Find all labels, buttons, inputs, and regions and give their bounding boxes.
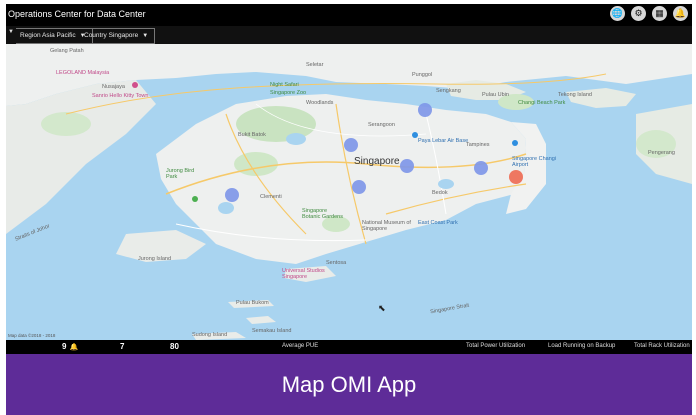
- network-icon[interactable]: ⚙: [631, 6, 646, 21]
- marker-site-geylang[interactable]: [352, 180, 366, 194]
- label-sanrio: Sanrio Hello Kitty Town: [92, 93, 149, 99]
- avg-pue-label: Average PUE: [282, 343, 319, 349]
- label-jurong-island: Jurong Island: [138, 256, 172, 262]
- bell-icon[interactable]: 🔔: [673, 6, 688, 21]
- breadcrumb-label: Region Asia Pacific: [20, 32, 76, 39]
- label-jurong-bird-park: Jurong Bird Park: [166, 168, 195, 180]
- poi-pin-icon: [512, 140, 518, 146]
- label-botanic-gardens: Singapore Botanic Gardens: [302, 208, 343, 220]
- label-legoland: LEGOLAND Malaysia: [56, 70, 110, 76]
- breadcrumb-label: Country Singapore: [84, 32, 139, 39]
- total-power-label: Total Power Utilization: [466, 343, 526, 349]
- label-changi-beach: Changi Beach Park: [518, 100, 566, 106]
- bell-icon: 🔔: [69, 344, 79, 351]
- label-east-coast: East Coast Park: [418, 220, 458, 226]
- label-tekong: Tekong Island: [558, 92, 592, 98]
- title-bar: Operations Center for Data Center 🌐 ⚙ ▦ …: [6, 4, 692, 26]
- total-rack-label: Total Rack Utilization: [634, 343, 690, 349]
- label-gelang-patah: Gelang Patah: [50, 48, 84, 54]
- label-paya-lebar: Paya Lebar Air Base: [418, 138, 469, 144]
- window-title: Operations Center for Data Center: [8, 9, 146, 19]
- status-value-2: 7: [120, 342, 125, 351]
- label-clementi: Clementi: [260, 194, 282, 200]
- toolbar-icons: 🌐 ⚙ ▦ 🔔: [610, 6, 688, 21]
- globe-icon[interactable]: 🌐: [610, 6, 625, 21]
- label-universal: Universal Studios Singapore: [282, 268, 325, 280]
- label-bukit-batok: Bukit Batok: [238, 132, 266, 138]
- label-pulau-ubin: Pulau Ubin: [482, 92, 509, 98]
- map-copyright: Map data ©2018 - 2018: [8, 333, 56, 338]
- label-singapore: Singapore: [354, 156, 400, 167]
- label-tampines: Tampines: [466, 142, 490, 148]
- chevron-down-icon[interactable]: ▼: [8, 29, 14, 35]
- marker-site-ang-mo-kio[interactable]: [418, 103, 432, 117]
- label-punggol: Punggol: [412, 72, 433, 78]
- marker-site-jurong[interactable]: [225, 188, 239, 202]
- label-serangoon: Serangoon: [368, 122, 395, 128]
- breadcrumb: ▼ Region Asia Pacific ▼ Country Singapore…: [6, 26, 692, 44]
- label-seletar: Seletar: [306, 62, 324, 68]
- label-singapore-zoo: Singapore Zoo: [270, 90, 307, 96]
- label-pulau-bukom: Pulau Bukom: [236, 300, 269, 306]
- label-sudong: Sudong Island: [192, 332, 228, 338]
- poi-pin-icon: [192, 196, 198, 202]
- label-semakau: Semakau Island: [252, 328, 292, 334]
- load-backup-label: Load Running on Backup: [548, 343, 616, 349]
- map-view[interactable]: Gelang Patah LEGOLAND Malaysia Nusajaya …: [6, 44, 692, 340]
- poi-pin-icon: [412, 132, 418, 138]
- label-woodlands: Woodlands: [306, 100, 334, 106]
- marker-site-tampines[interactable]: [474, 161, 488, 175]
- status-value-3: 80: [170, 342, 179, 351]
- dashboard-icon[interactable]: ▦: [652, 6, 667, 21]
- label-sentosa: Sentosa: [326, 260, 347, 266]
- status-bar: 9 🔔 7 80 Average PUE Total Power Utilizat…: [6, 340, 692, 354]
- chevron-down-icon: ▼: [142, 33, 149, 39]
- poi-pin-icon: [132, 82, 138, 88]
- label-nusajaya: Nusajaya: [102, 84, 125, 90]
- marker-site-changi[interactable]: [509, 170, 523, 184]
- cursor-icon: ⬉: [378, 303, 386, 313]
- app-window: Operations Center for Data Center 🌐 ⚙ ▦ …: [6, 4, 692, 354]
- label-national-museum: National Museum of Singapore: [362, 220, 411, 232]
- breadcrumb-country[interactable]: Country Singapore ▼: [80, 28, 156, 44]
- alarm-count[interactable]: 9 🔔: [62, 342, 78, 351]
- marker-site-central[interactable]: [400, 159, 414, 173]
- label-night-safari: Night Safari: [270, 82, 299, 88]
- label-sengkang: Sengkang: [436, 88, 461, 94]
- caption-banner: Map OMI App: [6, 354, 692, 415]
- label-bedok: Bedok: [432, 190, 448, 196]
- label-pengerang: Pengerang: [648, 150, 675, 156]
- marker-site-bukit-timah[interactable]: [344, 138, 358, 152]
- label-changi-airport: Singapore Changi Airport: [512, 156, 557, 168]
